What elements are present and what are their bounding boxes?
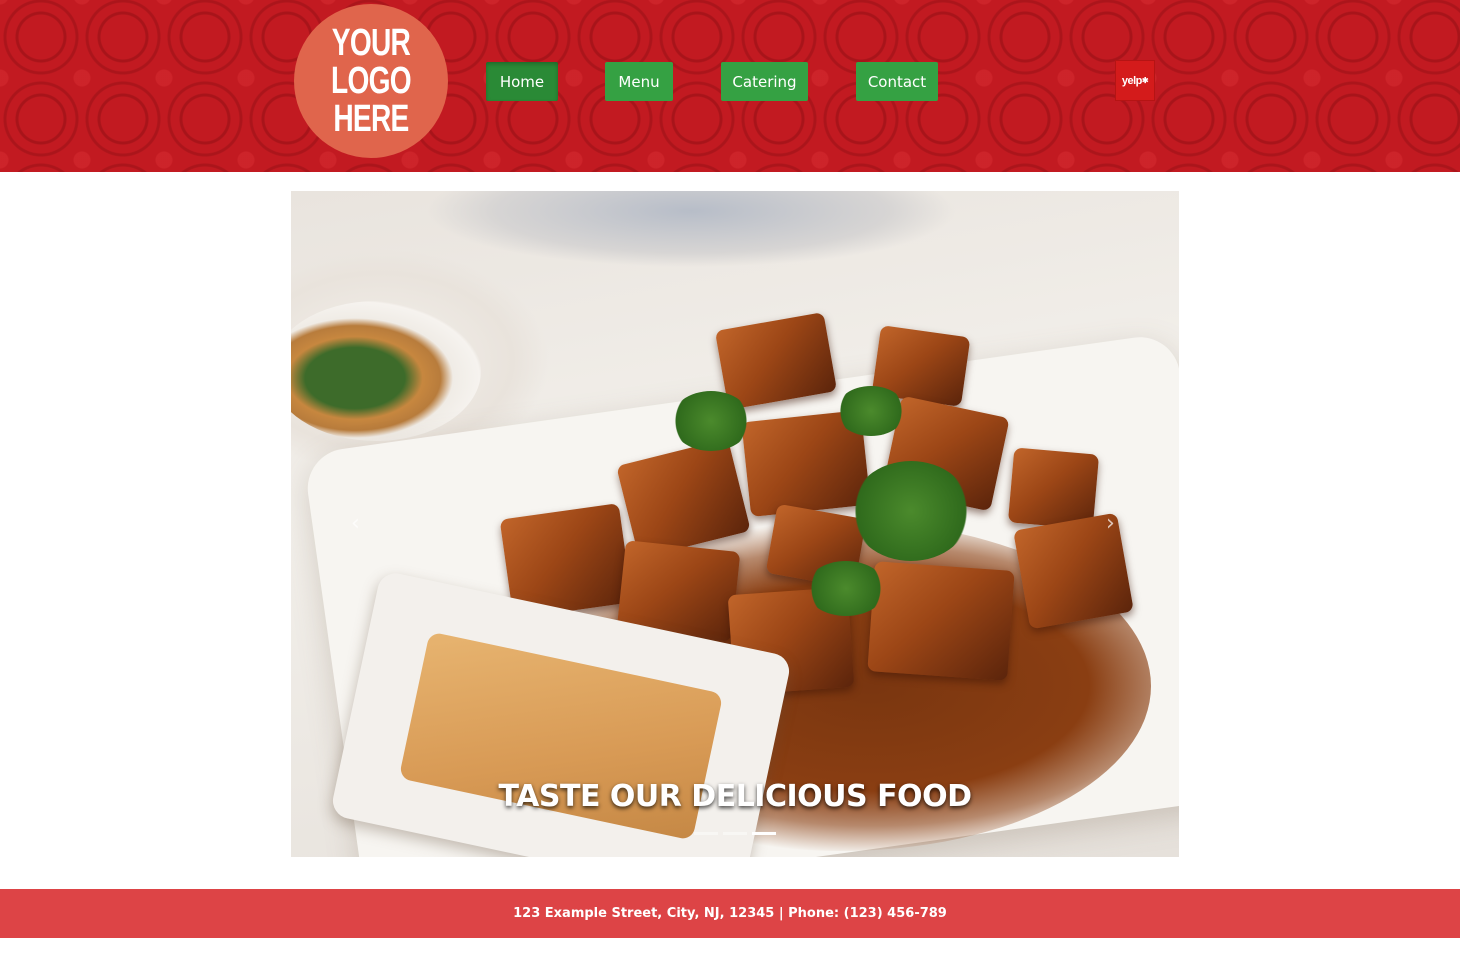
yelp-icon[interactable]: yelp ✱ — [1115, 60, 1155, 101]
carousel-prev-arrow[interactable]: ‹ — [351, 511, 360, 536]
cilantro-garnish — [671, 391, 751, 451]
logo-text: YOUR LOGO HERE — [331, 22, 412, 140]
carousel-indicator[interactable] — [694, 832, 718, 835]
nav-menu-button[interactable]: Menu — [605, 62, 673, 101]
carousel-indicator[interactable] — [723, 832, 747, 835]
carousel-indicators — [694, 832, 776, 835]
carousel-indicator[interactable] — [752, 832, 776, 835]
site-footer: 123 Example Street, City, NJ, 12345 | Ph… — [0, 889, 1460, 938]
site-header: YOUR LOGO HERE Home Menu Catering Contac… — [0, 0, 1460, 172]
site-logo[interactable]: YOUR LOGO HERE — [294, 4, 448, 158]
cilantro-garnish — [836, 386, 906, 436]
yelp-label: yelp — [1121, 74, 1143, 87]
hero-carousel: ‹ › TASTE OUR DELICIOUS FOOD — [291, 191, 1179, 857]
carousel-next-arrow[interactable]: › — [1106, 511, 1115, 536]
cilantro-garnish — [806, 561, 886, 616]
cilantro-garnish — [851, 461, 971, 561]
pork-piece — [867, 561, 1015, 681]
nav-catering-button[interactable]: Catering — [721, 62, 808, 101]
nav-contact-button[interactable]: Contact — [856, 62, 938, 101]
nav-home-button[interactable]: Home — [486, 62, 558, 101]
carousel-caption: TASTE OUR DELICIOUS FOOD — [498, 779, 972, 814]
pork-piece — [1013, 512, 1134, 630]
yelp-burst-icon: ✱ — [1141, 76, 1149, 85]
footer-address: 123 Example Street, City, NJ, 12345 | Ph… — [513, 906, 947, 921]
